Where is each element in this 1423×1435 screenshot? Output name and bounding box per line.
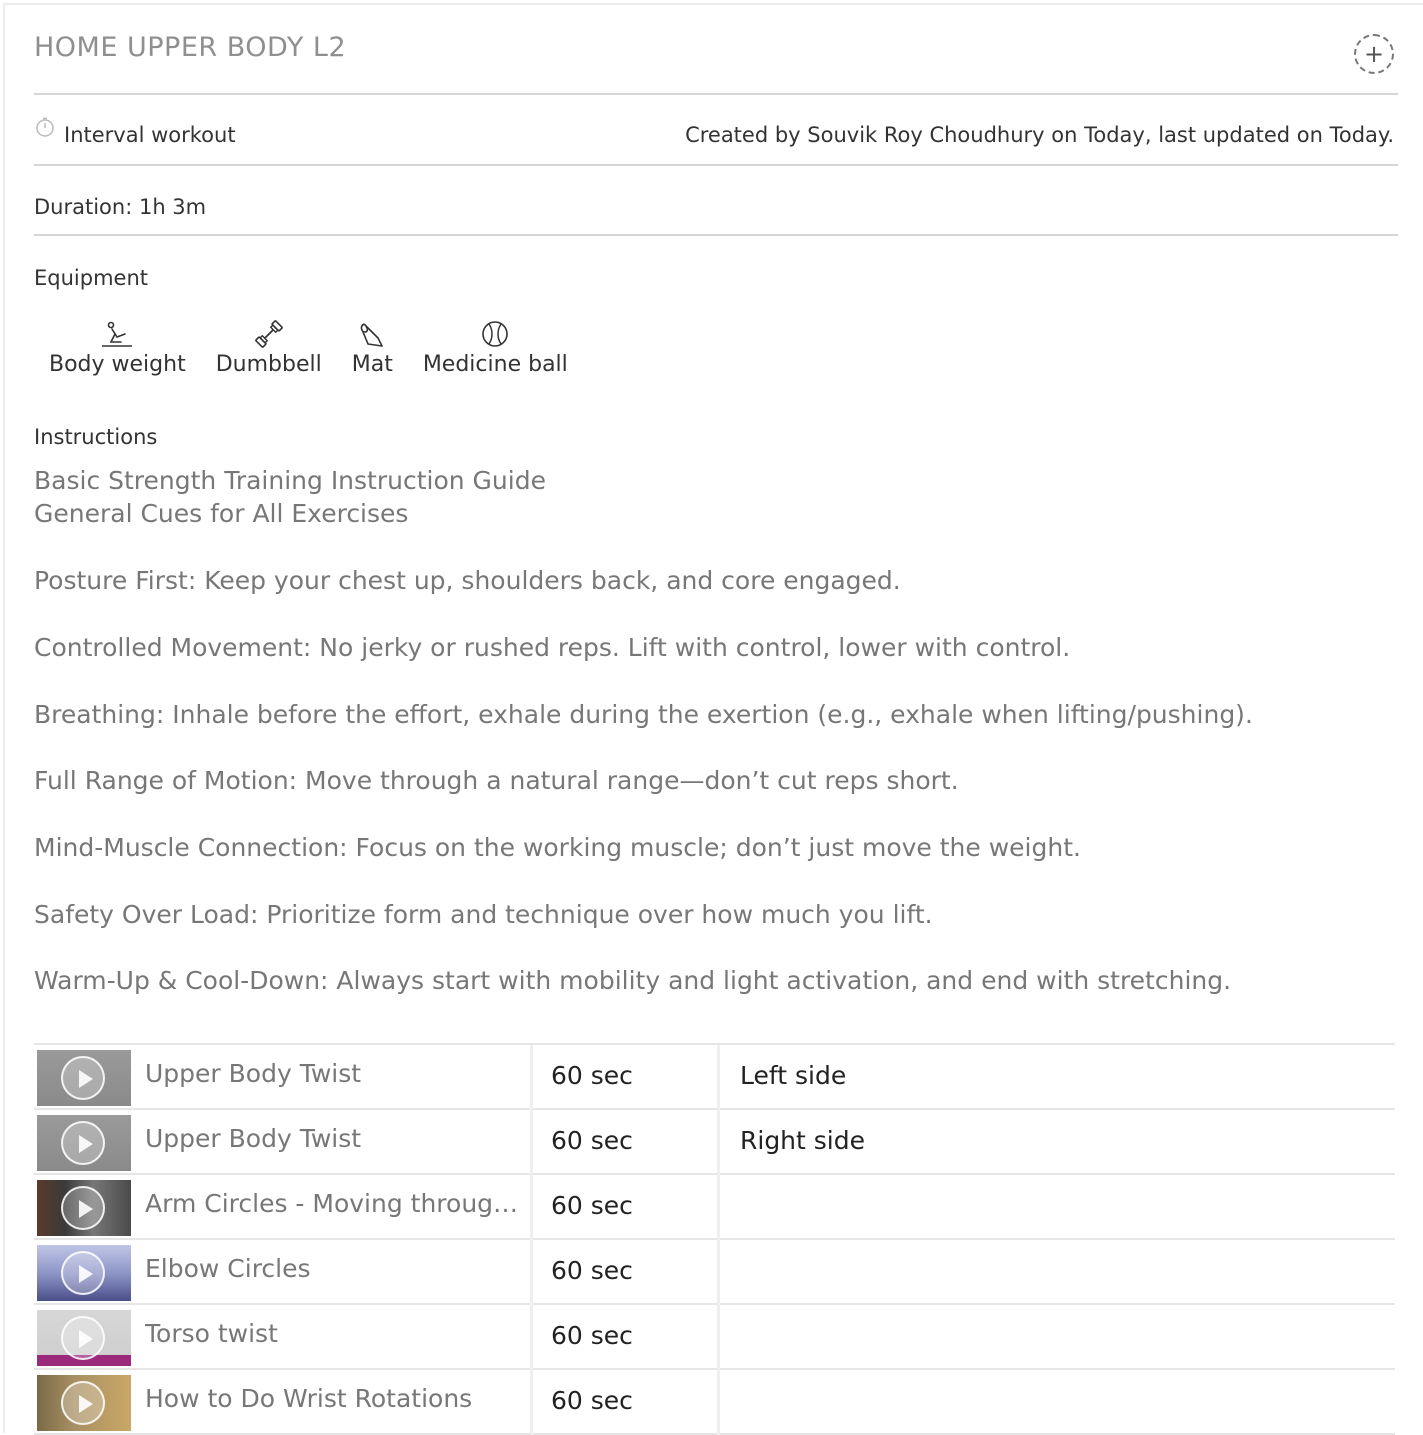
table-row[interactable]: Upper Body Twist 60 sec Right side	[34, 1110, 1395, 1175]
workout-title: HOME UPPER BODY L2	[34, 32, 347, 63]
video-thumbnail[interactable]	[37, 1375, 131, 1431]
equipment-list: Body weight Dumbbell Mat Medicine ball	[34, 318, 583, 388]
play-icon[interactable]	[61, 1251, 105, 1295]
table-row[interactable]: How to Do Wrist Rotations 60 sec	[34, 1370, 1395, 1435]
exercise-duration: 60 sec	[551, 1256, 633, 1285]
exercise-duration: 60 sec	[551, 1191, 633, 1220]
exercise-name[interactable]: Arm Circles - Moving through...	[145, 1189, 525, 1218]
equipment-item-body-weight: Body weight	[34, 318, 201, 388]
instruction-line: Full Range of Motion: Move through a nat…	[34, 766, 959, 795]
exercise-note: Left side	[740, 1061, 847, 1090]
stopwatch-icon	[36, 117, 54, 137]
play-icon[interactable]	[61, 1316, 105, 1360]
exercise-name[interactable]: Upper Body Twist	[145, 1059, 525, 1088]
add-button[interactable]: +	[1354, 34, 1394, 74]
plus-icon: +	[1363, 40, 1385, 68]
exercise-duration: 60 sec	[551, 1321, 633, 1350]
instruction-line: Breathing: Inhale before the effort, exh…	[34, 700, 1253, 729]
instructions-heading: Instructions	[34, 425, 158, 449]
instruction-line: Safety Over Load: Prioritize form and te…	[34, 900, 933, 929]
equipment-item-dumbbell: Dumbbell	[201, 318, 337, 388]
instruction-line: Mind-Muscle Connection: Focus on the wor…	[34, 833, 1081, 862]
created-info: Created by Souvik Roy Choudhury on Today…	[685, 123, 1394, 147]
video-thumbnail[interactable]	[37, 1310, 131, 1366]
video-thumbnail[interactable]	[37, 1050, 131, 1106]
duration-row: Duration: 1h 3m	[34, 167, 1398, 236]
table-row[interactable]: Upper Body Twist 60 sec Left side	[34, 1045, 1395, 1110]
medicine-ball-icon	[482, 321, 509, 347]
exercise-name[interactable]: Elbow Circles	[145, 1254, 525, 1283]
video-thumbnail[interactable]	[37, 1180, 131, 1236]
video-thumbnail[interactable]	[37, 1245, 131, 1301]
exercise-name[interactable]: Torso twist	[145, 1319, 525, 1348]
mat-icon	[360, 323, 384, 347]
instruction-line: Basic Strength Training Instruction Guid…	[34, 466, 546, 495]
exercise-duration: 60 sec	[551, 1126, 633, 1155]
workout-header: HOME UPPER BODY L2 +	[34, 0, 1398, 95]
exercise-note: Right side	[740, 1126, 865, 1155]
duration-text: Duration: 1h 3m	[34, 195, 207, 219]
instruction-line: Posture First: Keep your chest up, shoul…	[34, 566, 901, 595]
table-row[interactable]: Arm Circles - Moving through... 60 sec	[34, 1175, 1395, 1240]
play-icon[interactable]	[61, 1056, 105, 1100]
equipment-heading: Equipment	[34, 266, 148, 290]
exercise-duration: 60 sec	[551, 1386, 633, 1415]
equipment-label: Mat	[351, 352, 393, 377]
play-icon[interactable]	[61, 1381, 105, 1425]
play-icon[interactable]	[61, 1186, 105, 1230]
exercise-duration: 60 sec	[551, 1061, 633, 1090]
body-weight-icon	[102, 321, 133, 347]
table-row[interactable]: Torso twist 60 sec	[34, 1305, 1395, 1370]
equipment-label: Medicine ball	[422, 352, 568, 377]
equipment-label: Body weight	[49, 352, 186, 377]
instruction-line: Controlled Movement: No jerky or rushed …	[34, 633, 1071, 662]
exercise-name[interactable]: Upper Body Twist	[145, 1124, 525, 1153]
dumbbell-icon	[254, 320, 283, 348]
instruction-line: General Cues for All Exercises	[34, 499, 409, 528]
table-row[interactable]: Elbow Circles 60 sec	[34, 1240, 1395, 1305]
video-thumbnail[interactable]	[37, 1115, 131, 1171]
workout-meta-row: Interval workout Created by Souvik Roy C…	[34, 96, 1398, 166]
equipment-label: Dumbbell	[215, 352, 322, 377]
instruction-line: Warm-Up & Cool-Down: Always start with m…	[34, 966, 1232, 995]
exercise-name[interactable]: How to Do Wrist Rotations	[145, 1384, 525, 1413]
workout-type-label: Interval workout	[64, 123, 236, 147]
equipment-item-medicine-ball: Medicine ball	[408, 318, 583, 388]
exercise-table: Upper Body Twist 60 sec Left side Upper …	[34, 1043, 1395, 1435]
play-icon[interactable]	[61, 1121, 105, 1165]
equipment-item-mat: Mat	[337, 318, 408, 388]
